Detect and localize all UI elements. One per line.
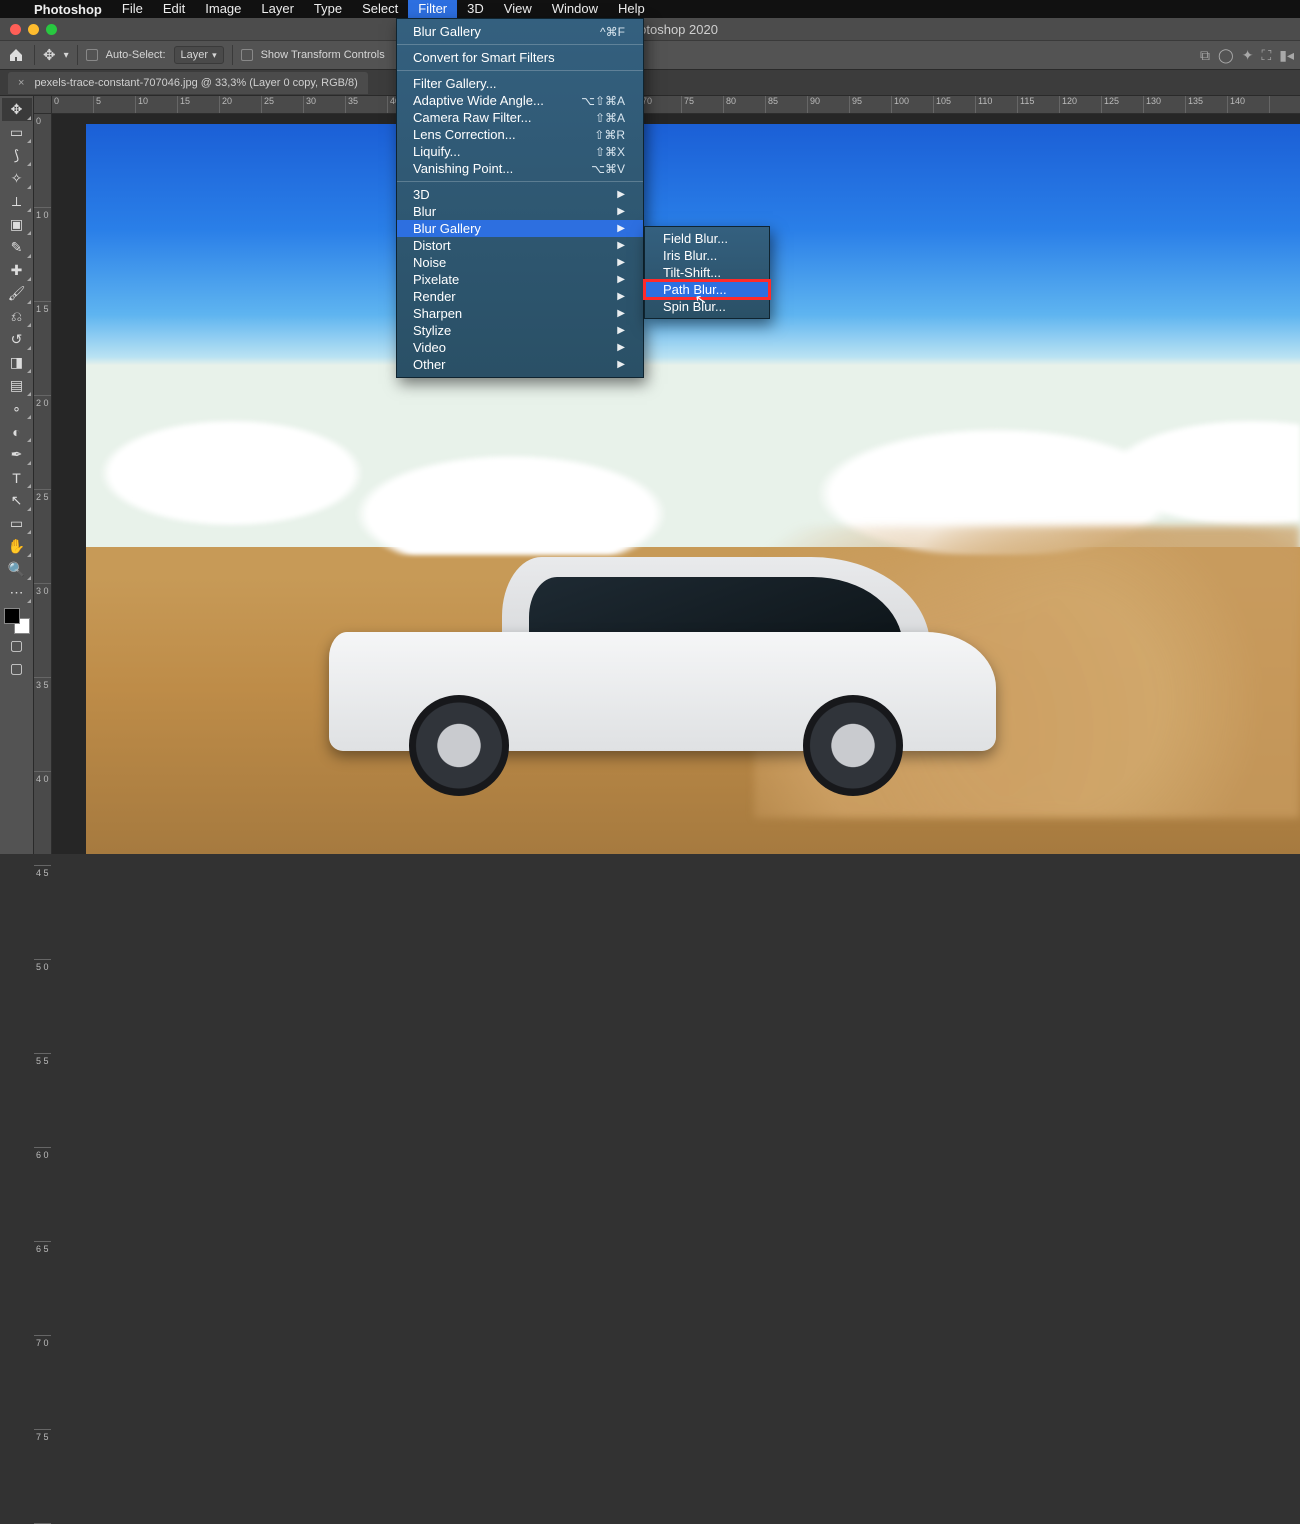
window-titlebar: Adobe Photoshop 2020 <box>0 18 1300 40</box>
filter-menu: Blur Gallery^⌘F Convert for Smart Filters… <box>396 18 644 378</box>
tool-pen[interactable]: ✒ <box>2 443 32 466</box>
menu-filter[interactable]: Filter <box>408 0 457 18</box>
menu-item-convert-for-smart-filters[interactable]: Convert for Smart Filters <box>397 49 643 66</box>
tool-quick-mask[interactable]: ▢ <box>2 634 32 657</box>
tool-stamp[interactable]: ⎌ <box>2 305 32 328</box>
tool-shape[interactable]: ▭ <box>2 512 32 535</box>
show-transform-checkbox[interactable] <box>241 49 253 61</box>
menu-item-sharpen[interactable]: Sharpen▶ <box>397 305 643 322</box>
home-icon <box>8 47 24 63</box>
tool-zoom[interactable]: 🔍 <box>2 558 32 581</box>
submenu-item-field-blur[interactable]: Field Blur... <box>645 230 769 247</box>
menu-file[interactable]: File <box>112 0 153 18</box>
menu-item-render[interactable]: Render▶ <box>397 288 643 305</box>
menu-edit[interactable]: Edit <box>153 0 195 18</box>
auto-select-checkbox[interactable] <box>86 49 98 61</box>
menu-layer[interactable]: Layer <box>251 0 304 18</box>
submenu-item-spin-blur[interactable]: Spin Blur... <box>645 298 769 315</box>
tool-frame[interactable]: ▣ <box>2 213 32 236</box>
tool-path[interactable]: ↖ <box>2 489 32 512</box>
os-menubar: Photoshop FileEditImageLayerTypeSelectFi… <box>0 0 1300 18</box>
menu-item-liquify[interactable]: Liquify...⇧⌘X <box>397 143 643 160</box>
submenu-item-tilt-shift[interactable]: Tilt-Shift... <box>645 264 769 281</box>
move-tool-icon: ✥ <box>43 46 56 64</box>
auto-select-label: Auto-Select: <box>106 49 166 61</box>
menu-item-blur-gallery[interactable]: Blur Gallery▶ <box>397 220 643 237</box>
mask-icon[interactable]: ◯ <box>1218 47 1234 64</box>
ruler-horizontal: 0510152025303540455055606570758085909510… <box>34 96 1300 114</box>
document-tab[interactable]: × pexels-trace-constant-707046.jpg @ 33,… <box>8 72 368 94</box>
submenu-item-path-blur[interactable]: Path Blur... <box>645 281 769 298</box>
camera-icon[interactable]: ▮◂ <box>1279 47 1294 64</box>
menu-item-video[interactable]: Video▶ <box>397 339 643 356</box>
menu-item-filter-gallery[interactable]: Filter Gallery... <box>397 75 643 92</box>
align-icon[interactable]: ⧉ <box>1200 47 1210 64</box>
menu-item-stylize[interactable]: Stylize▶ <box>397 322 643 339</box>
menu-item-distort[interactable]: Distort▶ <box>397 237 643 254</box>
document-tab-label: pexels-trace-constant-707046.jpg @ 33,3%… <box>34 77 357 89</box>
canvas-area[interactable] <box>52 114 1300 854</box>
tool-history[interactable]: ↺ <box>2 328 32 351</box>
menu-item-adaptive-wide-angle[interactable]: Adaptive Wide Angle...⌥⇧⌘A <box>397 92 643 109</box>
tool-more[interactable]: ⋯ <box>2 581 32 604</box>
close-tab-icon[interactable]: × <box>18 77 24 89</box>
options-bar: ✥ ▾ Auto-Select: Layer▾ Show Transform C… <box>0 40 1300 70</box>
3d-icon[interactable]: ✦ <box>1242 47 1254 64</box>
menu-type[interactable]: Type <box>304 0 352 18</box>
blur-gallery-submenu: Field Blur...Iris Blur...Tilt-Shift...Pa… <box>644 226 770 319</box>
tool-lasso[interactable]: ⟆ <box>2 144 32 167</box>
tool-screen-mode[interactable]: ▢ <box>2 657 32 680</box>
ruler-vertical: 01 01 52 02 53 03 54 04 55 05 56 06 57 0… <box>34 114 52 854</box>
tool-magic[interactable]: ✧ <box>2 167 32 190</box>
transform-icon[interactable]: ⛶ <box>1261 47 1271 64</box>
menu-item-blur[interactable]: Blur▶ <box>397 203 643 220</box>
show-transform-label: Show Transform Controls <box>261 49 385 61</box>
menu-view[interactable]: View <box>494 0 542 18</box>
document-tabs: × pexels-trace-constant-707046.jpg @ 33,… <box>0 70 1300 96</box>
tool-move[interactable]: ✥ <box>2 98 32 121</box>
menu-window[interactable]: Window <box>542 0 608 18</box>
menu-item-other[interactable]: Other▶ <box>397 356 643 373</box>
tool-blur[interactable]: ∘ <box>2 397 32 420</box>
tool-type[interactable]: T <box>2 466 32 489</box>
tool-dodge[interactable]: ◐ <box>2 420 32 443</box>
home-button[interactable] <box>6 45 26 65</box>
tool-brush[interactable]: 🖌 <box>2 282 32 305</box>
tool-hand[interactable]: ✋ <box>2 535 32 558</box>
tool-eyedrop[interactable]: ✎ <box>2 236 32 259</box>
color-swatches[interactable] <box>4 608 30 634</box>
menu-item-noise[interactable]: Noise▶ <box>397 254 643 271</box>
auto-select-target[interactable]: Layer▾ <box>174 46 224 64</box>
submenu-item-iris-blur[interactable]: Iris Blur... <box>645 247 769 264</box>
menu-item-camera-raw-filter[interactable]: Camera Raw Filter...⇧⌘A <box>397 109 643 126</box>
menu-item-3d[interactable]: 3D▶ <box>397 186 643 203</box>
menu-select[interactable]: Select <box>352 0 408 18</box>
menu-help[interactable]: Help <box>608 0 655 18</box>
tool-marquee[interactable]: ▭ <box>2 121 32 144</box>
window-title: Adobe Photoshop 2020 <box>0 22 1300 37</box>
menu-item-blur-gallery[interactable]: Blur Gallery^⌘F <box>397 23 643 40</box>
menu-image[interactable]: Image <box>195 0 251 18</box>
tool-eraser[interactable]: ◨ <box>2 351 32 374</box>
menu-item-lens-correction[interactable]: Lens Correction...⇧⌘R <box>397 126 643 143</box>
menu-3d[interactable]: 3D <box>457 0 494 18</box>
tool-gradient[interactable]: ▤ <box>2 374 32 397</box>
app-name[interactable]: Photoshop <box>24 2 112 17</box>
tool-patch[interactable]: ✚ <box>2 259 32 282</box>
tools-panel: ✥▭⟆✧⟂▣✎✚🖌⎌↺◨▤∘◐✒T↖▭✋🔍⋯▢▢ <box>0 96 34 854</box>
tool-crop[interactable]: ⟂ <box>2 190 32 213</box>
menu-item-vanishing-point[interactable]: Vanishing Point...⌥⌘V <box>397 160 643 177</box>
menu-item-pixelate[interactable]: Pixelate▶ <box>397 271 643 288</box>
